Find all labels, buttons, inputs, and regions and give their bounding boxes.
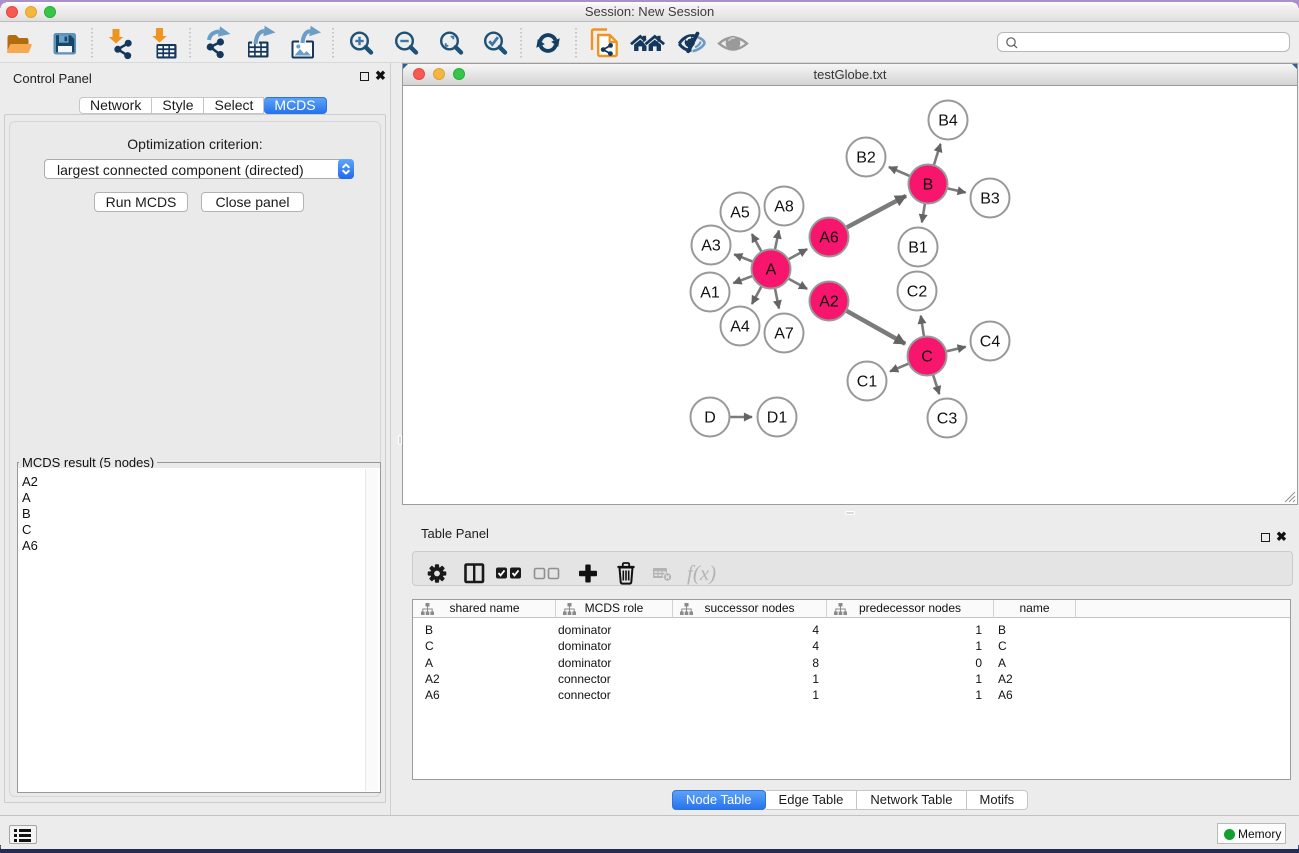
svg-text:D: D <box>704 410 716 427</box>
svg-text:C: C <box>921 349 933 366</box>
svg-text:f(x): f(x) <box>687 561 716 585</box>
svg-text:B4: B4 <box>938 113 958 130</box>
svg-text:D1: D1 <box>767 410 788 427</box>
svg-text:B3: B3 <box>980 191 1000 208</box>
svg-text:A3: A3 <box>701 238 721 255</box>
svg-text:B: B <box>923 177 934 194</box>
svg-text:A6: A6 <box>819 230 839 247</box>
svg-text:C4: C4 <box>980 334 1001 351</box>
svg-text:A4: A4 <box>730 319 750 336</box>
svg-text:A5: A5 <box>730 205 750 222</box>
svg-text:A1: A1 <box>700 285 720 302</box>
svg-text:B1: B1 <box>908 240 928 257</box>
svg-text:C1: C1 <box>857 374 878 391</box>
svg-text:C2: C2 <box>907 284 928 301</box>
svg-text:A8: A8 <box>774 199 794 216</box>
svg-text:A: A <box>766 262 777 279</box>
svg-text:A2: A2 <box>819 294 839 311</box>
svg-text:A7: A7 <box>774 326 794 343</box>
svg-text:B2: B2 <box>856 150 876 167</box>
svg-text:C3: C3 <box>937 411 958 428</box>
